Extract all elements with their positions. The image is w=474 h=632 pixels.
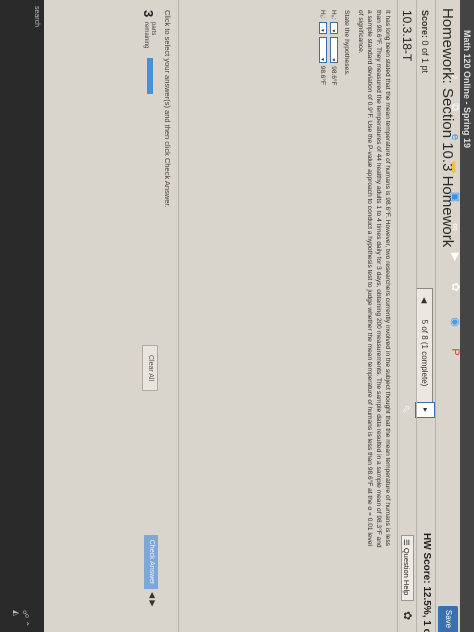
question-help-label: Question Help bbox=[402, 547, 411, 596]
h1-operator-select[interactable]: ▾ bbox=[319, 36, 327, 63]
remaining-word: remaining bbox=[143, 22, 149, 49]
parts-word: parts bbox=[150, 22, 156, 36]
parts-remaining-label: parts remaining bbox=[142, 22, 156, 48]
divider bbox=[178, 0, 179, 632]
gear-icon[interactable]: ✿ bbox=[401, 611, 414, 620]
score-label: Score: bbox=[420, 10, 430, 39]
powerpoint-icon[interactable]: P bbox=[448, 345, 462, 359]
clear-all-button[interactable]: Clear All bbox=[142, 345, 158, 391]
question-pager: ◀ 5 of 8 (1 complete) ▶ bbox=[416, 288, 433, 418]
people-icon[interactable]: ∞ bbox=[448, 220, 462, 234]
divider bbox=[397, 0, 398, 632]
course-title-bar: Math 120 Online - Spring 19 bbox=[460, 0, 474, 632]
settings-gear-icon[interactable]: ✿ bbox=[448, 280, 462, 294]
divider bbox=[435, 0, 436, 632]
task-view-icon[interactable]: ⧉ bbox=[448, 100, 462, 114]
save-button[interactable]: Save bbox=[438, 606, 458, 632]
mouse-cursor-icon: ⬁ bbox=[400, 405, 411, 414]
score-display: Score: 0 of 1 pt bbox=[420, 10, 430, 73]
divider bbox=[416, 0, 417, 632]
question-help-button[interactable]: ☰ Question Help bbox=[401, 535, 414, 601]
check-answer-button[interactable]: Check Answer bbox=[144, 535, 158, 589]
null-hypothesis-row: H₀: ▾ ▾ 98.6°F bbox=[330, 10, 338, 85]
problem-id: 10.3.18-T bbox=[400, 10, 414, 62]
store-icon[interactable]: ▣ bbox=[448, 190, 462, 204]
chrome-icon[interactable]: ◉ bbox=[448, 315, 462, 329]
h0-parameter-select[interactable]: ▾ bbox=[330, 22, 338, 35]
microphone-icon[interactable]: ♪ bbox=[448, 70, 462, 84]
prev-question-button[interactable]: ◀ bbox=[420, 297, 429, 303]
media-player-icon[interactable]: ▶ bbox=[448, 250, 462, 264]
h1-value: 98.6°F bbox=[319, 65, 327, 85]
hw-score: HW Score: 12.5%, 1 of 8 p bbox=[421, 533, 432, 632]
answer-nav-arrows[interactable]: ◀ ▶ bbox=[148, 592, 157, 607]
system-tray-icon[interactable]: ☍ ⌃ ◭ bbox=[12, 610, 30, 632]
file-explorer-icon[interactable]: ▬ bbox=[448, 160, 462, 174]
h1-label: H₁: bbox=[319, 10, 327, 19]
parts-remaining-count: 3 bbox=[141, 10, 156, 18]
chevron-right-icon: ▸ bbox=[421, 407, 430, 412]
problem-text: It has long been stated that the mean te… bbox=[357, 10, 391, 548]
edge-browser-icon[interactable]: e bbox=[448, 130, 462, 144]
h0-value: 98.6°F bbox=[330, 66, 338, 86]
browser-screen: Math 120 Online - Spring 19 Homework: Se… bbox=[0, 0, 474, 632]
state-hypotheses-prompt: State the hypotheses. bbox=[343, 10, 350, 76]
alt-hypothesis-row: H₁: ▾ ▾ 98.6°F bbox=[319, 10, 327, 85]
score-value: 0 of 1 pt bbox=[420, 40, 430, 74]
next-question-button[interactable]: ▸ bbox=[415, 402, 435, 418]
question-position: 5 of 8 (1 complete) bbox=[420, 319, 429, 387]
page-title: Homework: Section 10.3 Homework bbox=[439, 8, 456, 248]
instruction-text: Click to select your answer(s) and then … bbox=[163, 10, 172, 208]
h0-operator-select[interactable]: ▾ bbox=[330, 37, 338, 64]
parts-progress-fill bbox=[147, 58, 153, 94]
windows-taskbar bbox=[0, 0, 44, 632]
list-icon: ☰ bbox=[402, 539, 411, 546]
parts-progress-bar bbox=[147, 58, 153, 94]
taskbar-search-label[interactable]: search bbox=[33, 6, 40, 27]
h1-parameter-select[interactable]: ▾ bbox=[319, 21, 327, 34]
photo-frame: Math 120 Online - Spring 19 Homework: Se… bbox=[0, 0, 474, 632]
h0-label: H₀: bbox=[330, 10, 338, 20]
